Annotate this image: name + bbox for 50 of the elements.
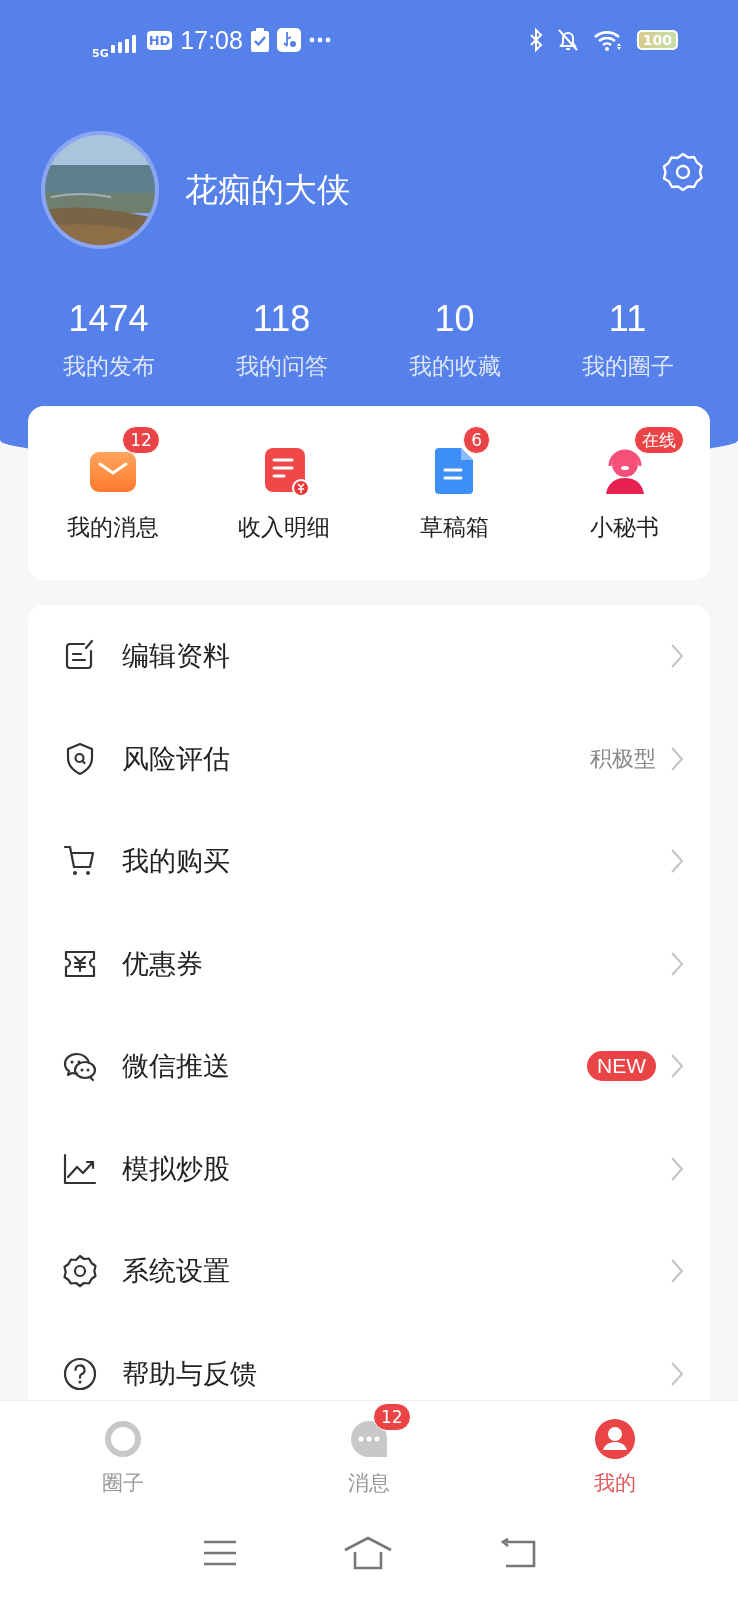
count-badge: 12 [373,1403,411,1431]
chevron-right-icon [670,848,684,875]
chevron-right-icon [670,1155,684,1182]
network-label: 5G [92,46,109,60]
profile-icon [593,1417,637,1461]
shortcut-button[interactable]: 12 我的消息 [28,422,199,543]
new-tag: NEW [587,1051,656,1082]
bluetooth-icon [528,28,543,52]
menu-icon[interactable] [202,1539,239,1567]
user-name: 花痴的大侠 [185,168,351,211]
stat-count: 118 [252,297,311,341]
menu-item[interactable]: 编辑资料 [28,605,710,708]
shortcut-button[interactable]: 在线 小秘书 [539,422,710,543]
count-badge: 12 [122,426,160,454]
stat-count: 11 [608,297,647,341]
shortcut-button[interactable]: 6 草稿箱 [369,422,540,543]
menu-item[interactable]: 模拟炒股 [28,1117,710,1220]
home-icon[interactable] [343,1536,393,1570]
menu-item[interactable]: 优惠券 [28,912,710,1015]
clipboard-check-icon [250,28,269,52]
wifi-icon [592,29,623,51]
more-icon [308,37,331,43]
count-badge: 6 [463,426,491,454]
menu-item[interactable]: 我的购买 [28,810,710,913]
stat-count: 10 [434,297,475,341]
shortcut-button[interactable]: 收入明细 [198,422,369,543]
chevron-right-icon [670,1053,684,1080]
menu-item[interactable]: 帮助与反馈 [28,1322,710,1400]
usb-icon [276,28,301,52]
count-badge: 在线 [633,426,684,454]
chevron-right-icon [670,950,684,977]
stat-count: 1474 [68,297,149,341]
tab[interactable]: 我的 [492,1401,738,1506]
help-icon [62,1355,98,1392]
bell-off-icon [556,28,579,52]
chevron-right-icon [670,745,684,772]
menu-item[interactable]: 系统设置 [28,1220,710,1323]
tab[interactable]: 12 消息 [246,1401,492,1506]
battery-indicator: 100 [636,30,678,50]
chevron-right-icon [670,643,684,670]
settings-icon[interactable] [662,151,704,193]
menu-item[interactable]: 风险评估 积极型 [28,707,710,810]
chevron-right-icon [670,1360,684,1387]
menu-value: 积极型 [590,744,656,773]
signal-icon [110,33,139,53]
settings-icon [62,1253,98,1290]
status-time: 17:08 [180,25,243,55]
hd-badge: HD [146,30,173,50]
chevron-right-icon [670,1258,684,1285]
menu-item[interactable]: 微信推送 NEW [28,1015,710,1118]
